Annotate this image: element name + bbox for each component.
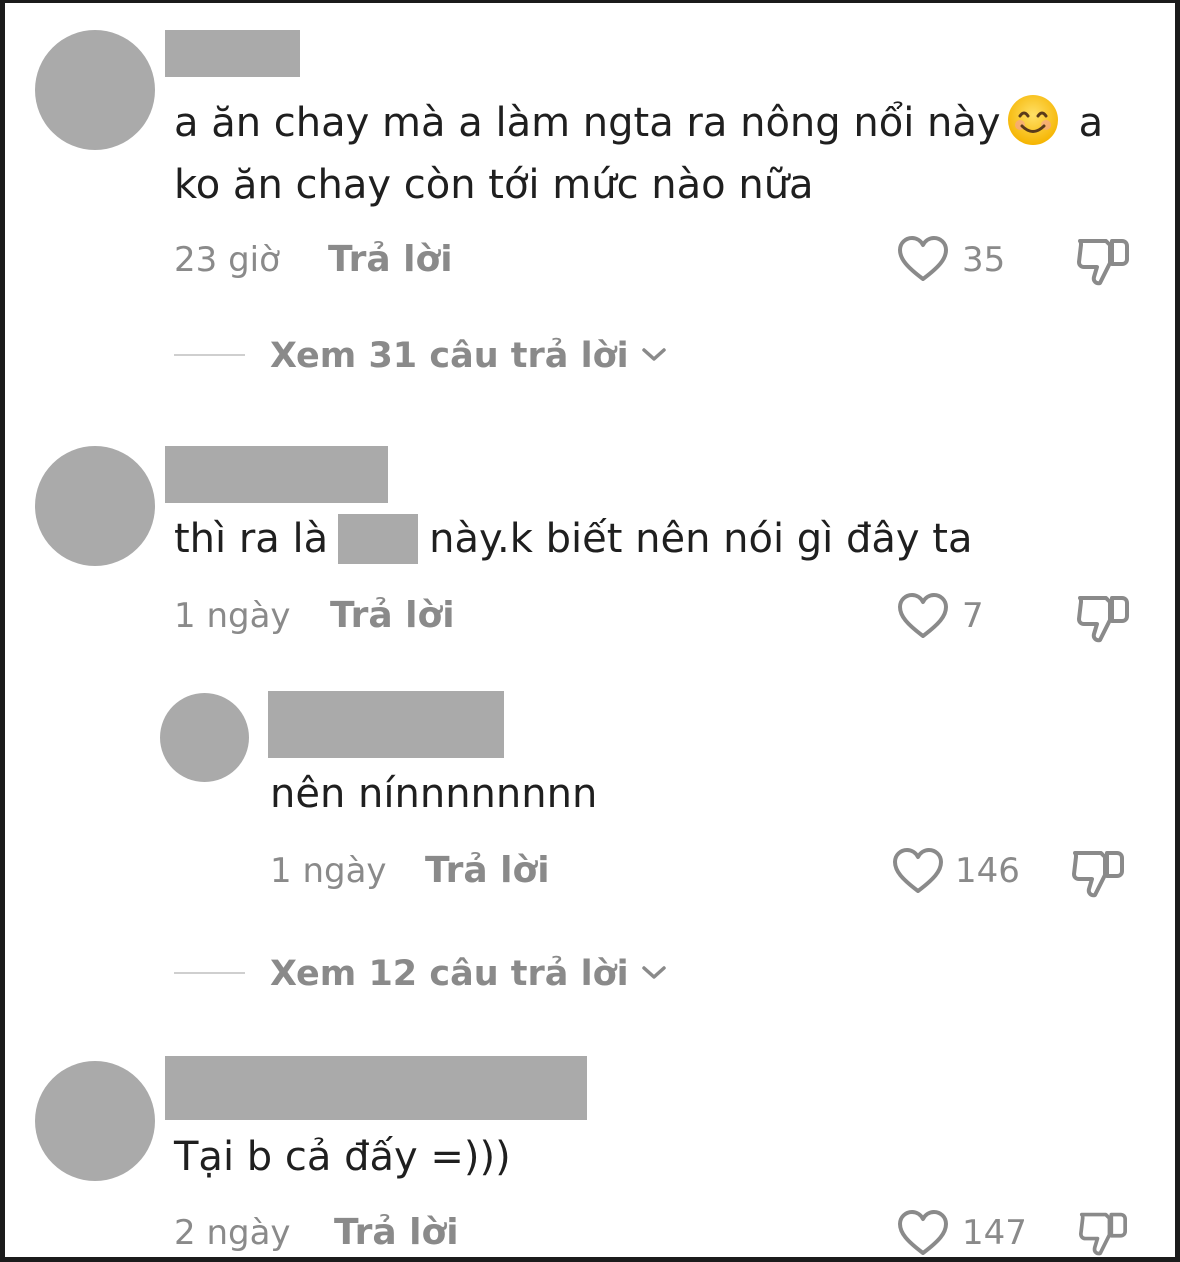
comment-text: Tại b cả đấy =))) [174,1134,511,1180]
thumbs-down-icon[interactable] [1071,847,1125,899]
view-replies-label: Xem 31 câu trả lời [270,336,629,376]
divider [174,354,245,356]
username-redacted[interactable] [268,691,504,758]
heart-outline-icon[interactable] [897,235,949,283]
chevron-down-icon [642,348,666,361]
avatar[interactable] [35,446,155,566]
comment-time: 23 giờ [174,240,280,280]
heart-outline-icon[interactable] [892,847,944,895]
comment-text-before: thì ra là [174,516,329,562]
comment-text-line1: a ăn chay mà a làm ngta ra nông nổi này [174,100,1001,146]
comment-text-line1-end: a [1078,100,1104,146]
comment-text-line2: ko ăn chay còn tới mức nào nữa [174,162,814,208]
like-count: 147 [962,1213,1027,1253]
username-redacted[interactable] [165,446,388,503]
reply-button[interactable]: Trả lời [330,596,455,636]
comment-time: 1 ngày [174,596,291,636]
reply-time: 1 ngày [270,851,387,891]
smiling-face-emoji [1007,95,1058,145]
heart-outline-icon[interactable] [897,1209,949,1257]
username-redacted[interactable] [165,30,300,77]
thumbs-down-icon[interactable] [1076,235,1130,287]
view-replies-button[interactable]: Xem 12 câu trả lời [270,954,667,994]
comment-text: thì ra là này.k biết nên nói gì đây ta [174,508,973,570]
avatar[interactable] [160,693,249,782]
like-count: 35 [962,240,1006,280]
thumbs-down-icon[interactable] [1076,592,1130,644]
reply-button[interactable]: Trả lời [328,240,453,280]
redacted-word [338,514,419,564]
like-count: 146 [955,851,1020,891]
reply-text: nên nínnnnnnnn [270,771,598,817]
reply-button[interactable]: Trả lời [334,1213,459,1253]
comment-time: 2 ngày [174,1213,291,1253]
like-count: 7 [962,596,984,636]
avatar[interactable] [35,1061,155,1181]
view-replies-label: Xem 12 câu trả lời [270,954,629,994]
avatar[interactable] [35,30,155,150]
comment-text: a ăn chay mà a làm ngta ra nông nổi này … [174,92,1103,154]
chevron-down-icon [642,966,666,979]
divider [174,972,245,974]
reply-button[interactable]: Trả lời [425,851,550,891]
view-replies-button[interactable]: Xem 31 câu trả lời [270,336,667,376]
heart-outline-icon[interactable] [897,592,949,640]
thumbs-down-icon[interactable] [1076,1209,1130,1257]
comment-text-after: này.k biết nên nói gì đây ta [429,516,973,562]
username-redacted[interactable] [165,1056,587,1120]
